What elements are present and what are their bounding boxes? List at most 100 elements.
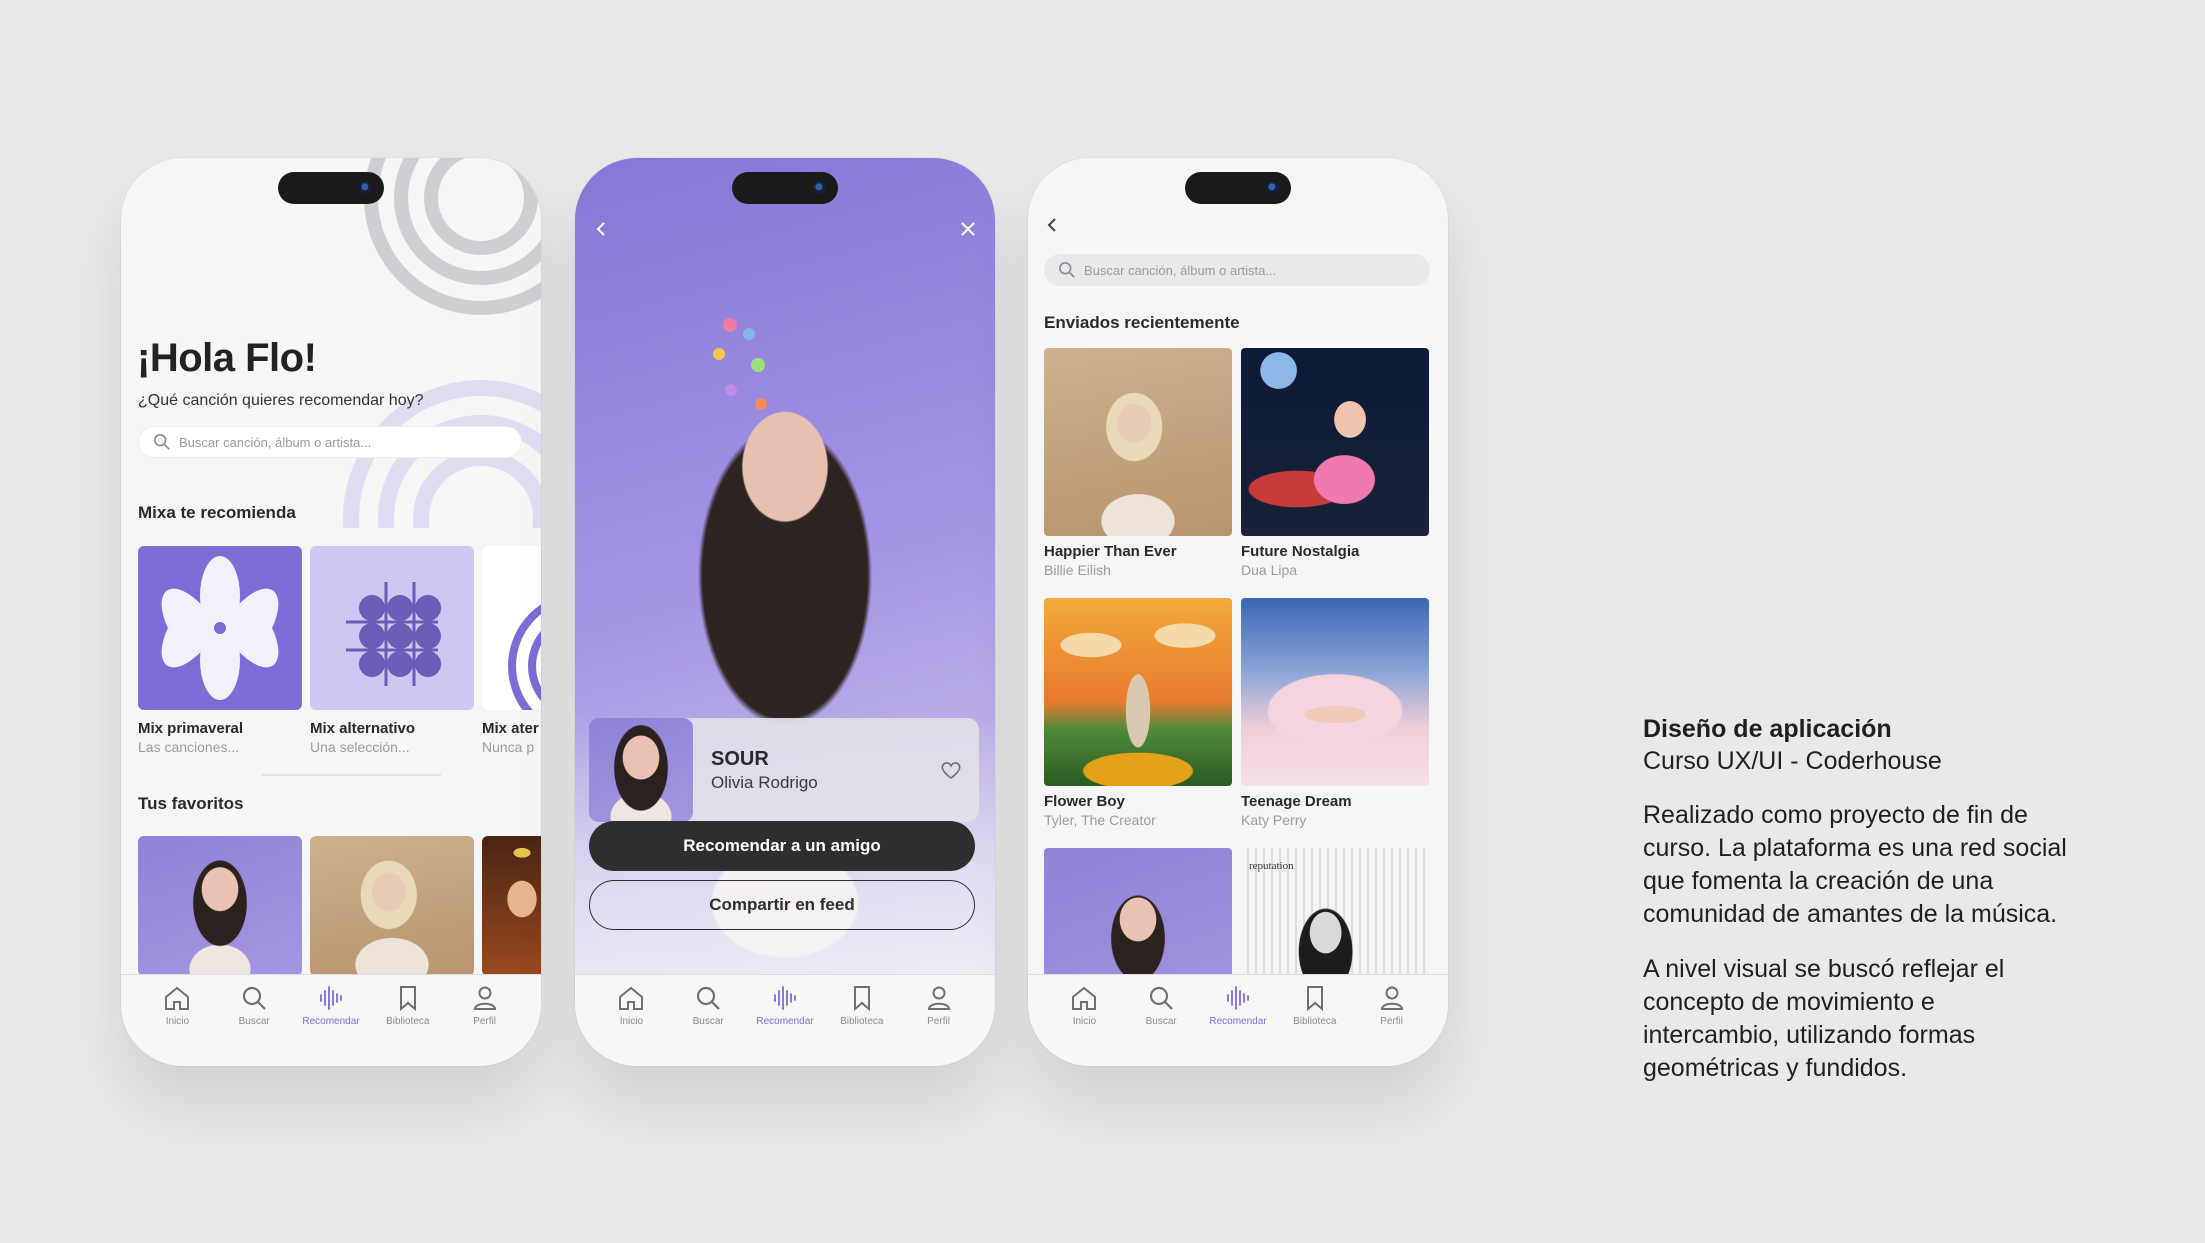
album-card[interactable]: Future Nostalgia Dua Lipa [1241,348,1429,578]
tab-biblioteca[interactable]: Biblioteca [373,983,443,1066]
tab-biblioteca[interactable]: Biblioteca [827,983,897,1066]
soundwave-icon [774,986,796,1010]
album-title: Happier Than Ever [1044,543,1177,560]
caption-title: Diseño de aplicación [1643,715,1892,743]
favorite-album-happier-than-ever[interactable] [310,836,474,976]
mix-subtitle: Nunca p [482,739,535,755]
now-playing-cover [589,718,693,822]
camera-icon [813,181,826,194]
close-button[interactable] [953,214,983,244]
search-icon [1058,261,1075,278]
arc-shape-icon [508,604,541,710]
mix-cover-flower [138,546,302,710]
chevron-left-icon [596,222,605,236]
tab-label: Perfil [927,1016,950,1027]
home-icon [619,986,644,1010]
tab-label: Recomendar [302,1016,360,1027]
tab-inicio[interactable]: Inicio [1049,983,1119,1066]
album-card[interactable]: Happier Than Ever Billie Eilish [1044,348,1232,578]
bookmark-icon [1306,986,1323,1012]
back-button[interactable] [1038,210,1068,240]
search-placeholder: Buscar canción, álbum o artista... [1084,262,1277,278]
tab-inicio[interactable]: Inicio [142,983,212,1066]
phone-notch [732,172,838,204]
artist-name: Olivia Rodrigo [711,772,818,792]
user-icon [473,986,496,1010]
favorite-album-partial[interactable] [482,836,541,976]
song-title: SOUR [711,747,769,770]
album-card[interactable]: Flower Boy Tyler, The Creator [1044,598,1232,828]
tab-perfil[interactable]: Perfil [904,983,974,1066]
section-title-favoritos: Tus favoritos [138,794,244,813]
tab-recomendar[interactable]: Recomendar [296,983,366,1066]
now-playing-card[interactable]: SOUR Olivia Rodrigo [589,718,979,822]
album-cover [1241,598,1429,786]
back-button[interactable] [587,214,617,244]
now-playing-info: SOUR Olivia Rodrigo [711,748,818,793]
search-input[interactable]: Buscar canción, álbum o artista... [138,426,522,458]
album-artist: Katy Perry [1241,812,1307,828]
tab-label: Inicio [165,1016,190,1027]
home-icon [1072,986,1097,1010]
tab-perfil[interactable]: Perfil [450,983,520,1066]
face-stickers-decoration [695,288,775,488]
album-cover [1044,348,1232,536]
user-icon [927,986,950,1010]
tab-label: Recomendar [756,1016,814,1027]
bottom-tab-bar: Inicio Buscar Recomendar Biblioteca Perf… [121,974,541,1066]
tab-buscar[interactable]: Buscar [673,983,743,1066]
section-title-mixa: Mixa te recomienda [138,503,296,522]
album-artist: Dua Lipa [1241,562,1298,578]
user-icon [1380,986,1403,1010]
mix-card-partial[interactable]: Mix ater Nunca p [482,546,541,755]
tab-label: Inicio [619,1016,644,1027]
album-card[interactable]: Teenage Dream Katy Perry [1241,598,1429,828]
tab-biblioteca[interactable]: Biblioteca [1280,983,1350,1066]
favorite-album-sour[interactable] [138,836,302,976]
album-title: Future Nostalgia [1241,543,1360,560]
greeting-question: ¿Qué canción quieres recomendar hoy? [138,392,424,409]
recommend-friend-button[interactable]: Recomendar a un amigo [589,821,975,871]
tab-label: Biblioteca [386,1016,430,1027]
presentation-canvas: ¡Hola Flo! ¿Qué canción quieres recomend… [0,0,2205,1243]
tab-buscar[interactable]: Buscar [1126,983,1196,1066]
home-icon [165,986,190,1010]
tab-label: Perfil [473,1016,496,1027]
soundwave-icon [1227,986,1249,1010]
tab-recomendar[interactable]: Recomendar [750,983,820,1066]
mix-card-primaveral[interactable]: Mix primaveral Las canciones... [138,546,302,755]
tab-buscar[interactable]: Buscar [219,983,289,1066]
divider [261,774,441,776]
tab-inicio[interactable]: Inicio [596,983,666,1066]
tab-recomendar[interactable]: Recomendar [1203,983,1273,1066]
heart-icon[interactable] [939,758,963,782]
camera-icon [1266,181,1279,194]
tab-label: Recomendar [1209,1016,1267,1027]
album-artist: Tyler, The Creator [1044,812,1156,828]
search-icon [153,433,170,450]
tab-label: Buscar [692,1016,724,1027]
tab-label: Biblioteca [840,1016,884,1027]
album-artist: Billie Eilish [1044,562,1111,578]
search-placeholder: Buscar canción, álbum o artista... [179,434,372,450]
search-input[interactable]: Buscar canción, álbum o artista... [1044,254,1430,286]
mix-title: Mix ater [482,720,539,737]
caption-subtitle: Curso UX/UI - Coderhouse [1643,747,1942,775]
project-caption: Diseño de aplicación Curso UX/UI - Coder… [1643,713,2073,1085]
search-icon [243,986,266,1010]
tab-label: Inicio [1072,1016,1097,1027]
camera-icon [359,181,372,194]
share-feed-button[interactable]: Compartir en feed [589,880,975,930]
caption-paragraph: Realizado como proyecto de fin de curso.… [1643,801,2067,928]
bottom-tab-bar: Inicio Buscar Recomendar Biblioteca Perf… [575,974,995,1066]
phone-notch [1185,172,1291,204]
tab-perfil[interactable]: Perfil [1357,983,1427,1066]
phone-player-screen: SOUR Olivia Rodrigo Recomendar a un amig… [575,158,995,1066]
tab-label: Buscar [238,1016,270,1027]
mix-subtitle: Una selección... [310,739,410,755]
bookmark-icon [853,986,870,1012]
mix-card-alternativo[interactable]: Mix alternativo Una selección... [310,546,474,755]
album-cover [1044,598,1232,786]
bookmark-icon [399,986,416,1012]
caption-paragraph: A nivel visual se buscó reflejar el conc… [1643,955,2005,1082]
